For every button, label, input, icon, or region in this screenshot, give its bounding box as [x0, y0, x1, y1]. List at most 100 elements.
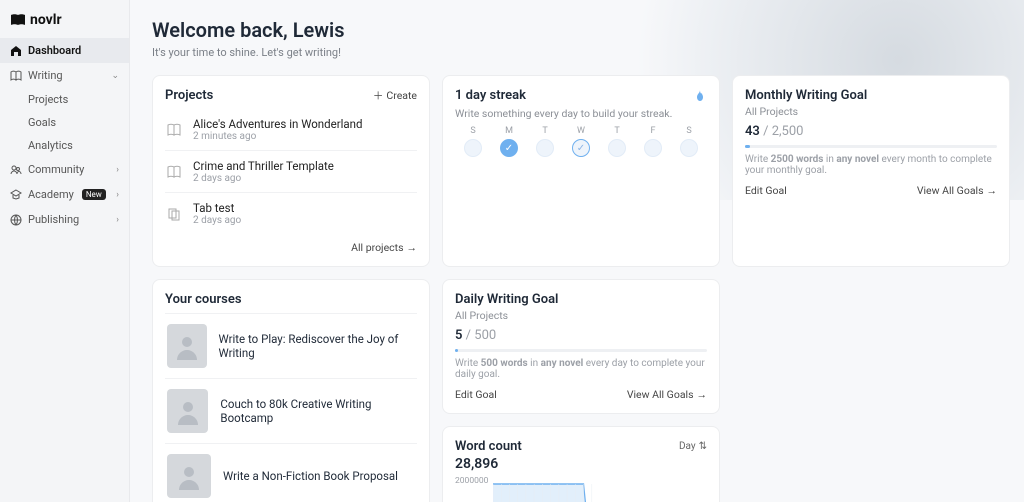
streak-day-dot: ✓ [572, 139, 590, 157]
sidebar-item-label: Community [28, 163, 84, 176]
course-title: Write to Play: Rediscover the Joy of Wri… [219, 332, 415, 360]
flame-icon [693, 89, 707, 103]
monthly-goal-progress [745, 145, 750, 148]
page-subtitle: It's your time to shine. Let's get writi… [152, 46, 1010, 59]
wordcount-card: Word count Day ⇅ 28,896 2000000 0 [442, 426, 720, 502]
new-badge: New [82, 189, 106, 200]
brand-name: novlr [30, 12, 62, 28]
project-row[interactable]: Crime and Thriller Template 2 days ago [165, 150, 417, 192]
sidebar-item-label: Publishing [28, 213, 79, 226]
sidebar: novlr Dashboard Writing ⌄ Projects Goals… [0, 0, 130, 502]
streak-day-label: F [635, 126, 671, 136]
project-row[interactable]: Alice's Adventures in Wonderland 2 minut… [165, 109, 417, 150]
project-time: 2 days ago [193, 215, 241, 226]
courses-title: Your courses [165, 292, 417, 307]
all-projects-link[interactable]: All projects → [351, 241, 417, 254]
streak-day-dot [608, 139, 626, 157]
chevron-right-icon: › [116, 190, 119, 200]
streak-day-dot [644, 139, 662, 157]
project-title: Crime and Thriller Template [193, 159, 334, 173]
project-title: Tab test [193, 201, 241, 215]
wordcount-title: Word count [455, 439, 522, 454]
streak-day-dot [680, 139, 698, 157]
sort-icon: ⇅ [699, 441, 707, 452]
monthly-goal-title: Monthly Writing Goal [745, 88, 997, 103]
arrow-right-icon: → [697, 388, 708, 401]
daily-view-goals-link[interactable]: View All Goals → [627, 388, 707, 401]
sidebar-item-writing[interactable]: Writing ⌄ [0, 63, 129, 88]
monthly-view-goals-link[interactable]: View All Goals → [917, 184, 997, 197]
copy-icon [167, 207, 183, 221]
book-icon [167, 123, 183, 137]
project-title: Alice's Adventures in Wonderland [193, 117, 363, 131]
academy-icon [10, 189, 22, 201]
users-icon [10, 164, 22, 176]
create-project-button[interactable]: ＋ Create [373, 88, 417, 103]
brand-logo[interactable]: novlr [0, 8, 129, 38]
create-label: Create [386, 89, 417, 102]
streak-day-label: S [455, 126, 491, 136]
arrow-right-icon: → [407, 241, 418, 254]
sidebar-item-label: Analytics [28, 139, 73, 152]
streak-day-label: M [491, 126, 527, 136]
chevron-down-icon: ⌄ [111, 71, 119, 81]
projects-title: Projects [165, 88, 213, 103]
monthly-goal-current: 43 [745, 124, 760, 139]
course-row[interactable]: Write a Non-Fiction Book Proposal [165, 443, 417, 502]
course-row[interactable]: Write to Play: Rediscover the Joy of Wri… [165, 313, 417, 378]
hero: Welcome back, Lewis It's your time to sh… [152, 18, 1010, 59]
sidebar-item-community[interactable]: Community › [0, 157, 129, 182]
streak-day-dot [464, 139, 482, 157]
streak-day-label: T [599, 126, 635, 136]
sidebar-item-label: Dashboard [28, 44, 81, 57]
projects-card: Projects ＋ Create Alice's Adventures in … [152, 75, 430, 267]
daily-edit-goal-link[interactable]: Edit Goal [455, 388, 497, 401]
sidebar-item-academy[interactable]: Academy New › [0, 182, 129, 207]
sidebar-item-analytics[interactable]: Analytics [28, 134, 129, 157]
daily-goal-current: 5 [455, 328, 462, 343]
page-title: Welcome back, Lewis [152, 18, 1010, 42]
instructor-avatar [167, 389, 208, 433]
home-icon [10, 45, 22, 57]
project-time: 2 minutes ago [193, 131, 363, 142]
globe-icon [10, 214, 22, 226]
streak-day-dot: ✓ [500, 139, 518, 157]
courses-card: Your courses Write to Play: Rediscover t… [152, 279, 430, 502]
course-title: Write a Non-Fiction Book Proposal [223, 469, 398, 483]
sidebar-item-label: Goals [28, 116, 56, 129]
daily-goal-progress [455, 349, 458, 352]
course-row[interactable]: Couch to 80k Creative Writing Bootcamp [165, 378, 417, 443]
sidebar-item-dashboard[interactable]: Dashboard [0, 38, 129, 63]
wordcount-total: 28,896 [455, 456, 707, 472]
project-row[interactable]: Tab test 2 days ago [165, 192, 417, 234]
streak-subtitle: Write something every day to build your … [455, 107, 707, 120]
streak-day-dot [536, 139, 554, 157]
sidebar-item-publishing[interactable]: Publishing › [0, 207, 129, 232]
sidebar-item-label: Academy [28, 188, 74, 201]
chevron-right-icon: › [116, 165, 119, 175]
daily-goal-desc: Write 500 words in any novel every day t… [455, 358, 707, 380]
daily-goal-card: Daily Writing Goal All Projects 5 / 500 … [442, 279, 720, 414]
sidebar-item-goals[interactable]: Goals [28, 111, 129, 134]
arrow-right-icon: → [987, 184, 998, 197]
monthly-goal-target: 2,500 [772, 124, 804, 139]
monthly-edit-goal-link[interactable]: Edit Goal [745, 184, 787, 197]
all-projects-label: All projects [351, 241, 403, 254]
sidebar-item-projects[interactable]: Projects [28, 88, 129, 111]
chevron-right-icon: › [116, 215, 119, 225]
instructor-avatar [167, 324, 207, 368]
streak-card: 1 day streak Write something every day t… [442, 75, 720, 267]
streak-day-label: W [563, 126, 599, 136]
daily-goal-title: Daily Writing Goal [455, 292, 707, 307]
y-axis-top: 2000000 [455, 476, 488, 486]
monthly-goal-desc: Write 2500 words in any novel every mont… [745, 154, 997, 176]
daily-goal-target: 500 [474, 328, 496, 343]
monthly-goal-scope: All Projects [745, 105, 997, 118]
wordcount-period-select[interactable]: Day ⇅ [679, 441, 707, 452]
book-open-icon [10, 70, 22, 82]
course-title: Couch to 80k Creative Writing Bootcamp [220, 397, 415, 425]
streak-title: 1 day streak [455, 88, 526, 103]
streak-day-label: S [671, 126, 707, 136]
wordcount-chart: 2000000 0 [455, 476, 707, 502]
book-icon [10, 13, 26, 27]
